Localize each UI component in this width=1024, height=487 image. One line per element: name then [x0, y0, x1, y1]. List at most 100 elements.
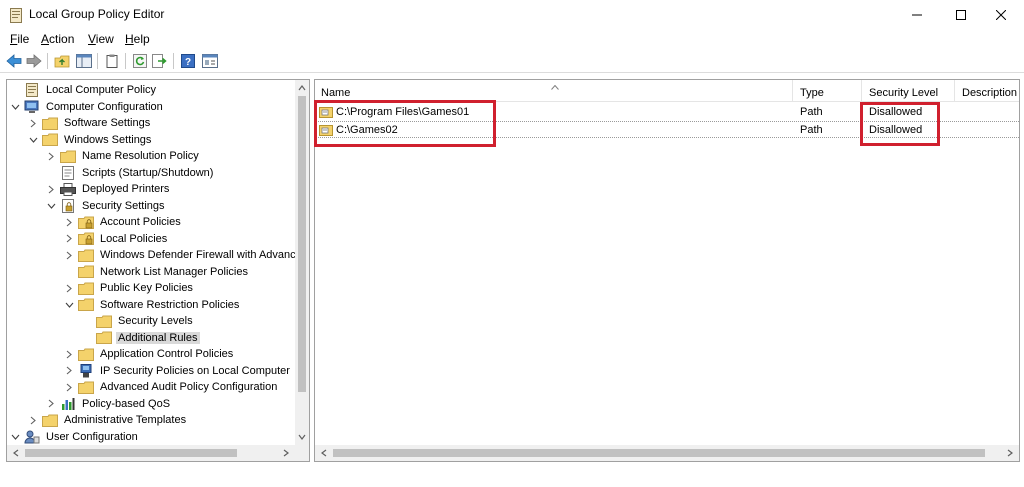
- chevron-down-icon[interactable]: [45, 198, 57, 214]
- back-icon[interactable]: [4, 52, 24, 70]
- tree-item-label: Additional Rules: [116, 331, 200, 344]
- close-icon[interactable]: [978, 0, 1024, 30]
- chevron-right-icon[interactable]: [45, 181, 57, 197]
- tree-item-name-resolution-policy[interactable]: Name Resolution Policy: [45, 148, 201, 164]
- scroll-up-icon[interactable]: [295, 81, 309, 95]
- chevron-down-icon[interactable]: [9, 99, 21, 115]
- tree-item-ip-security-policies-on-local-computer[interactable]: IP Security Policies on Local Computer: [63, 363, 292, 379]
- scroll-right-icon[interactable]: [279, 446, 293, 460]
- up-folder-icon[interactable]: [52, 52, 72, 70]
- menu-file[interactable]: File: [10, 32, 29, 46]
- scroll-left-icon[interactable]: [317, 446, 331, 460]
- chevron-right-icon[interactable]: [45, 148, 57, 164]
- tree-item-label: Administrative Templates: [64, 414, 187, 426]
- highlight-box-security-level: [860, 102, 940, 146]
- folder-icon: [78, 298, 94, 312]
- toolbar: ?: [0, 49, 1024, 73]
- chevron-right-icon[interactable]: [63, 280, 75, 296]
- folder-icon: [42, 133, 58, 147]
- tree-item-administrative-templates[interactable]: Administrative Templates: [27, 412, 188, 428]
- chevron-right-icon[interactable]: [63, 247, 75, 263]
- locked-folder-icon: [78, 215, 94, 229]
- chevron-down-icon[interactable]: [9, 429, 21, 445]
- toolbar-separator: [97, 53, 98, 69]
- folder-icon: [96, 331, 112, 345]
- column-name[interactable]: Name: [315, 80, 793, 102]
- chevron-right-icon[interactable]: [27, 115, 39, 131]
- tree-item-security-settings[interactable]: Security Settings: [45, 198, 167, 214]
- chevron-down-icon[interactable]: [27, 132, 39, 148]
- menu-help[interactable]: Help: [125, 32, 150, 46]
- chevron-right-icon[interactable]: [63, 346, 75, 362]
- column-type[interactable]: Type: [794, 80, 862, 102]
- tree-item-user-configuration[interactable]: User Configuration: [9, 429, 140, 445]
- folder-icon: [42, 413, 58, 427]
- tree-item-local-policies[interactable]: Local Policies: [63, 231, 169, 247]
- list-horizontal-scrollbar[interactable]: [315, 445, 1019, 461]
- tree-item-network-list-manager-policies[interactable]: Network List Manager Policies: [63, 264, 250, 280]
- column-security-level[interactable]: Security Level: [863, 80, 955, 102]
- tree-item-local-computer-policy[interactable]: Local Computer Policy: [9, 82, 158, 98]
- help-icon[interactable]: ?: [178, 52, 198, 70]
- tree-item-security-levels[interactable]: Security Levels: [81, 313, 195, 329]
- window-title: Local Group Policy Editor: [29, 7, 165, 21]
- tree-item-label: Software Restriction Policies: [100, 298, 240, 311]
- scroll-down-icon[interactable]: [295, 430, 309, 444]
- tree-item-software-settings[interactable]: Software Settings: [27, 115, 152, 131]
- tree-item-application-control-policies[interactable]: Application Control Policies: [63, 346, 235, 362]
- scroll-right-icon[interactable]: [1003, 446, 1017, 460]
- scroll-left-icon[interactable]: [9, 446, 23, 460]
- folder-icon: [78, 380, 94, 394]
- tree-item-account-policies[interactable]: Account Policies: [63, 214, 183, 230]
- tree-item-windows-settings[interactable]: Windows Settings: [27, 132, 153, 148]
- tree-item-public-key-policies[interactable]: Public Key Policies: [63, 280, 195, 296]
- clipboard-icon[interactable]: [102, 52, 122, 70]
- console-tree[interactable]: Local Computer Policy Computer Configurat…: [6, 79, 310, 462]
- bar-chart-icon: [60, 397, 76, 411]
- tree-item-policy-based-qos[interactable]: Policy-based QoS: [45, 396, 172, 412]
- tree-item-label: Deployed Printers: [82, 183, 170, 195]
- scroll-thumb[interactable]: [333, 449, 985, 457]
- chevron-right-icon[interactable]: [45, 396, 57, 412]
- column-description[interactable]: Description: [956, 80, 1019, 102]
- tree-item-label: Public Key Policies: [100, 282, 193, 294]
- export-list-icon[interactable]: [150, 52, 170, 70]
- refresh-icon[interactable]: [130, 52, 150, 70]
- tree-horizontal-scrollbar[interactable]: [7, 445, 309, 461]
- minimize-icon[interactable]: [894, 0, 940, 30]
- chevron-right-icon[interactable]: [63, 379, 75, 395]
- tree-item-deployed-printers[interactable]: Deployed Printers: [45, 181, 171, 197]
- chevron-right-icon[interactable]: [63, 231, 75, 247]
- folder-icon: [78, 281, 94, 295]
- folder-icon: [42, 116, 58, 130]
- tree-item-label: Computer Configuration: [46, 100, 163, 113]
- scroll-thumb[interactable]: [25, 449, 237, 457]
- tree-item-label: Local Policies: [100, 232, 168, 245]
- menu-view[interactable]: View: [88, 32, 114, 46]
- tree-item-software-restriction-policies[interactable]: Software Restriction Policies: [63, 297, 241, 313]
- forward-icon[interactable]: [24, 52, 44, 70]
- chevron-down-icon[interactable]: [63, 297, 75, 313]
- folder-icon: [78, 265, 94, 279]
- tree-item-label: IP Security Policies on Local Computer: [100, 364, 290, 377]
- tree-vertical-scrollbar[interactable]: [295, 80, 309, 446]
- tree-item-label: Windows Defender Firewall with Advanc: [100, 249, 296, 261]
- chevron-right-icon[interactable]: [63, 363, 75, 379]
- menu-action[interactable]: Action: [41, 32, 74, 46]
- scroll-thumb[interactable]: [298, 96, 306, 392]
- chevron-right-icon[interactable]: [27, 412, 39, 428]
- tree-item-advanced-audit-policy-configuration[interactable]: Advanced Audit Policy Configuration: [63, 379, 279, 395]
- tree-item-scripts-startup-shutdown[interactable]: Scripts (Startup/Shutdown): [45, 165, 215, 181]
- show-hide-tree-icon[interactable]: [74, 52, 94, 70]
- properties-icon[interactable]: [200, 52, 220, 70]
- tree-item-computer-configuration[interactable]: Computer Configuration: [9, 99, 165, 115]
- tree-item-additional-rules[interactable]: Additional Rules: [81, 330, 200, 346]
- script-icon: [60, 165, 76, 180]
- tree-item-label: Application Control Policies: [100, 348, 234, 360]
- toolbar-separator: [125, 53, 126, 69]
- chevron-right-icon[interactable]: [63, 214, 75, 230]
- tree-item-windows-defender-firewall-with-advanc[interactable]: Windows Defender Firewall with Advanc: [63, 247, 298, 263]
